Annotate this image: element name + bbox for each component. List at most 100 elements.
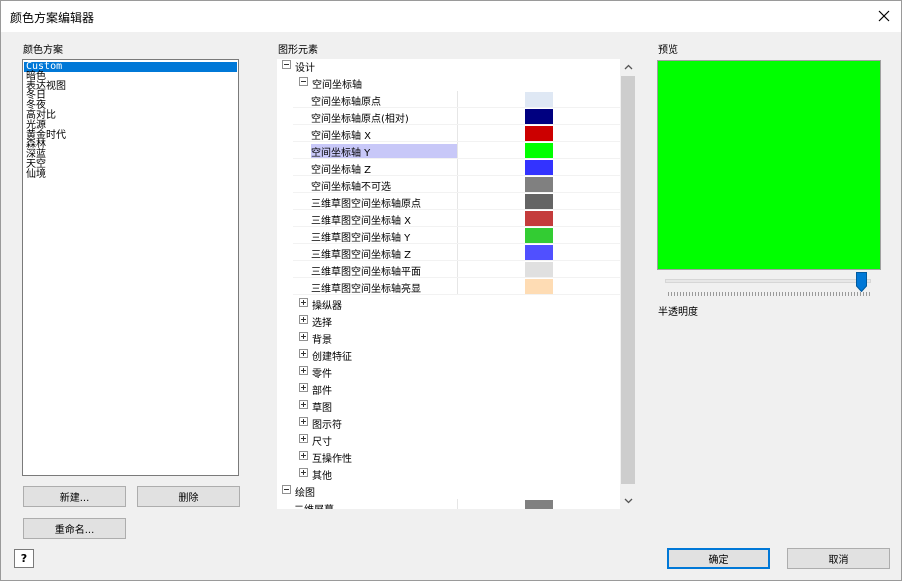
schemes-label: 颜色方案 <box>23 45 63 56</box>
tree-scrollbar[interactable] <box>620 59 636 509</box>
color-element-row[interactable]: 空间坐标轴不可选 <box>277 176 620 193</box>
color-swatch[interactable] <box>525 500 553 509</box>
color-swatch[interactable] <box>525 279 553 294</box>
close-button[interactable] <box>873 6 895 26</box>
preview-swatch <box>657 60 881 270</box>
preview-label: 预览 <box>658 45 678 56</box>
color-swatch[interactable] <box>525 143 553 158</box>
tree-group-row[interactable]: 草图 <box>277 397 620 414</box>
expand-icon[interactable] <box>299 349 308 358</box>
window-title: 颜色方案编辑器 <box>10 11 95 25</box>
help-button[interactable]: ? <box>14 549 34 568</box>
color-element-row[interactable]: 三维草图空间坐标轴亮显 <box>277 278 620 295</box>
tree-item-label: 图示符 <box>312 420 342 431</box>
expand-icon[interactable] <box>299 434 308 443</box>
color-element-row[interactable]: 三维草图空间坐标轴平面 <box>277 261 620 278</box>
scheme-item[interactable]: 天空 <box>24 160 237 170</box>
expand-icon[interactable] <box>299 468 308 477</box>
column-divider <box>457 159 458 176</box>
tree-item-label: 选择 <box>312 318 332 329</box>
expand-icon[interactable] <box>299 315 308 324</box>
tree-group-row[interactable]: 互操作性 <box>277 448 620 465</box>
expand-icon[interactable] <box>299 383 308 392</box>
tree-item-label: 空间坐标轴原点(相对) <box>311 114 409 125</box>
color-element-row[interactable]: 三维草图空间坐标轴原点 <box>277 193 620 210</box>
scheme-item[interactable]: Custom <box>24 62 237 72</box>
transparency-slider[interactable] <box>665 279 871 283</box>
tree-group-row[interactable]: 零件 <box>277 363 620 380</box>
color-element-row[interactable]: 三维草图空间坐标轴 X <box>277 210 620 227</box>
color-element-row[interactable]: 空间坐标轴原点(相对) <box>277 108 620 125</box>
expand-icon[interactable] <box>299 451 308 460</box>
tree-item-label: 空间坐标轴原点 <box>311 97 381 108</box>
title-bar: 颜色方案编辑器 <box>1 1 901 32</box>
tree-item-label: 空间坐标轴 Y <box>311 144 457 159</box>
new-button[interactable]: 新建... <box>23 486 126 507</box>
color-swatch[interactable] <box>525 194 553 209</box>
color-element-row[interactable]: 二维屏幕 <box>277 499 620 509</box>
scheme-item[interactable]: 高对比 <box>24 111 237 121</box>
color-swatch[interactable] <box>525 245 553 260</box>
tree-group-row[interactable]: 其他 <box>277 465 620 482</box>
scheme-item[interactable]: 深蓝 <box>24 150 237 160</box>
tree-group-row[interactable]: 操纵器 <box>277 295 620 312</box>
color-element-row[interactable]: 三维草图空间坐标轴 Z <box>277 244 620 261</box>
graphic-elements-tree[interactable]: 设计 空间坐标轴空间坐标轴原点空间坐标轴原点(相对) 空间坐标轴 X 空间坐标轴 Y 空… <box>277 59 636 509</box>
color-swatch[interactable] <box>525 126 553 141</box>
color-swatch[interactable] <box>525 228 553 243</box>
scheme-item[interactable]: 冬日 <box>24 91 237 101</box>
column-divider <box>457 278 458 295</box>
tree-group-row[interactable]: 尺寸 <box>277 431 620 448</box>
delete-button[interactable]: 删除 <box>137 486 240 507</box>
color-element-row[interactable]: 空间坐标轴 X <box>277 125 620 142</box>
color-element-row[interactable]: 空间坐标轴原点 <box>277 91 620 108</box>
color-element-row[interactable]: 空间坐标轴 Z <box>277 159 620 176</box>
close-icon <box>878 10 890 22</box>
ok-button[interactable]: 确定 <box>667 548 770 569</box>
tree-group-row[interactable]: 设计 <box>277 59 620 74</box>
tree-group-row[interactable]: 绘图 <box>277 482 620 499</box>
transparency-label: 半透明度 <box>658 307 698 318</box>
column-divider <box>457 261 458 278</box>
column-divider <box>457 176 458 193</box>
column-divider <box>457 499 458 509</box>
scheme-item[interactable]: 森林 <box>24 140 237 150</box>
tree-item-label: 其他 <box>312 471 332 482</box>
color-element-row[interactable]: 三维草图空间坐标轴 Y <box>277 227 620 244</box>
color-swatch[interactable] <box>525 109 553 124</box>
expand-icon[interactable] <box>299 298 308 307</box>
color-swatch[interactable] <box>525 92 553 107</box>
collapse-icon[interactable] <box>282 485 291 494</box>
scheme-item[interactable]: 表达视图 <box>24 81 237 92</box>
expand-icon[interactable] <box>299 332 308 341</box>
tree-group-row[interactable]: 部件 <box>277 380 620 397</box>
rename-button[interactable]: 重命名... <box>23 518 126 539</box>
color-swatch[interactable] <box>525 177 553 192</box>
scheme-item[interactable]: 黄金时代 <box>24 130 237 141</box>
collapse-icon[interactable] <box>282 60 291 69</box>
cancel-button[interactable]: 取消 <box>787 548 890 569</box>
tree-item-label: 零件 <box>312 369 332 380</box>
scheme-item[interactable]: 仙境 <box>24 169 237 180</box>
tree-group-row[interactable]: 空间坐标轴 <box>277 74 620 91</box>
scroll-thumb[interactable] <box>621 76 635 484</box>
expand-icon[interactable] <box>299 400 308 409</box>
transparency-slider-thumb[interactable] <box>856 272 867 292</box>
scroll-down-button[interactable] <box>620 493 636 509</box>
tree-group-row[interactable]: 背景 <box>277 329 620 346</box>
tree-group-row[interactable]: 图示符 <box>277 414 620 431</box>
scheme-list[interactable]: Custom 暗色 表达视图 冬日 冬夜 高对比 光源 黄金时代 森林 深蓝 天空 仙境 <box>22 59 239 476</box>
color-swatch[interactable] <box>525 262 553 277</box>
scroll-up-button[interactable] <box>620 59 636 75</box>
tree-group-row[interactable]: 选择 <box>277 312 620 329</box>
expand-icon[interactable] <box>299 417 308 426</box>
tree-item-label: 互操作性 <box>312 454 352 465</box>
expand-icon[interactable] <box>299 366 308 375</box>
color-element-row[interactable]: 空间坐标轴 Y <box>277 142 620 159</box>
collapse-icon[interactable] <box>299 77 308 86</box>
tree-group-row[interactable]: 创建特征 <box>277 346 620 363</box>
color-swatch[interactable] <box>525 211 553 226</box>
color-swatch[interactable] <box>525 160 553 175</box>
tree-item-label: 空间坐标轴 Z <box>311 165 372 176</box>
column-divider <box>457 210 458 227</box>
